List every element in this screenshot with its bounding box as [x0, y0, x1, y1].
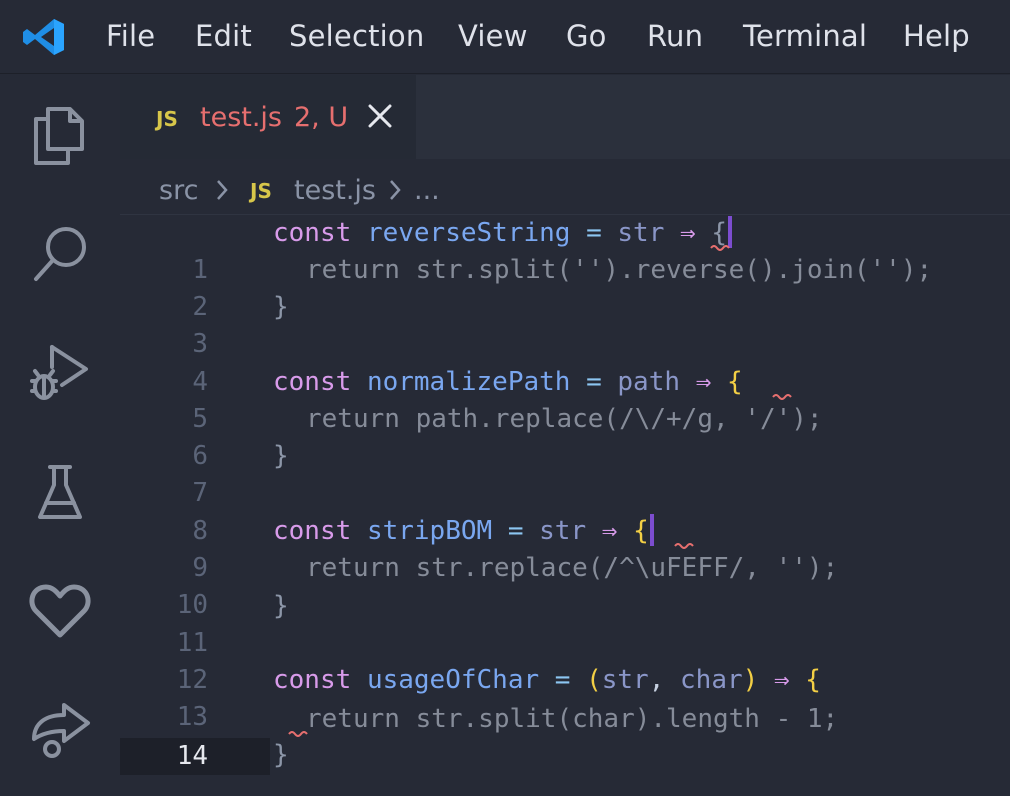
menu-help[interactable]: Help — [903, 19, 970, 53]
breadcrumb-file[interactable]: test.js — [294, 175, 376, 206]
run-debug-icon[interactable] — [28, 341, 92, 405]
menu-bar: File Edit Selection View Go Run Terminal… — [0, 0, 1010, 74]
code-line: 9 const stripBOM = str ⇒ { — [120, 513, 1010, 583]
code-line: 10 return str.replace(/^\uFEFF/, ''); — [120, 550, 1010, 620]
menu-file[interactable]: File — [106, 19, 155, 53]
remote-share-icon[interactable] — [28, 697, 92, 761]
code-line: 8 — [120, 476, 1010, 546]
vscode-logo-icon — [23, 19, 64, 55]
breadcrumb: src JS test.js ... — [120, 159, 1010, 215]
text-cursor — [649, 513, 654, 546]
heart-icon[interactable] — [28, 579, 92, 643]
chevron-right-icon — [390, 180, 401, 200]
breadcrumb-folder[interactable]: src — [159, 175, 198, 206]
tab-strip: JS test.js 2, U — [120, 75, 1010, 159]
code-editor[interactable]: 1 const reverseString = str ⇒ { 2 return… — [120, 215, 1010, 796]
menu-go[interactable]: Go — [566, 19, 607, 53]
code-line: 5 const normalizePath = path ⇒ { — [120, 364, 1010, 434]
code-line: 12 — [120, 625, 1010, 695]
code-line: 6 return path.replace(/\/+/g, '/'); — [120, 401, 1010, 471]
tab-problem-status: 2, U — [294, 102, 349, 133]
code-line: 13 const usageOfChar = (str, char) ⇒ { — [120, 662, 1010, 732]
code-line: 7 } — [120, 438, 1010, 508]
breadcrumb-more[interactable]: ... — [414, 175, 440, 206]
close-icon[interactable] — [366, 102, 394, 130]
code-line: 1 const reverseString = str ⇒ { — [120, 215, 1010, 285]
chevron-right-icon — [217, 180, 228, 200]
files-icon[interactable] — [28, 103, 92, 167]
menu-selection[interactable]: Selection — [289, 19, 424, 53]
code-line: } — [120, 737, 1010, 774]
js-file-icon: JS — [250, 179, 272, 203]
code-line: 4 — [120, 327, 1010, 397]
search-icon[interactable] — [28, 221, 92, 285]
activity-bar — [0, 75, 120, 796]
menu-run[interactable]: Run — [647, 19, 703, 53]
js-file-icon: JS — [156, 107, 178, 131]
code-line: 11 } — [120, 588, 1010, 658]
line-number — [120, 774, 270, 796]
code-line: 2 return str.split('').reverse().join(''… — [120, 252, 1010, 322]
menu-edit[interactable]: Edit — [195, 19, 252, 53]
code-line-current: 14 return str.split(char).length - 1; — [120, 701, 1010, 775]
tab-filename: test.js — [200, 102, 283, 133]
tab-test-js[interactable]: JS test.js 2, U — [120, 75, 416, 159]
menu-terminal[interactable]: Terminal — [743, 19, 867, 53]
testing-icon[interactable] — [28, 461, 92, 525]
code-line: 3 } — [120, 289, 1010, 359]
menu-view[interactable]: View — [458, 19, 528, 53]
